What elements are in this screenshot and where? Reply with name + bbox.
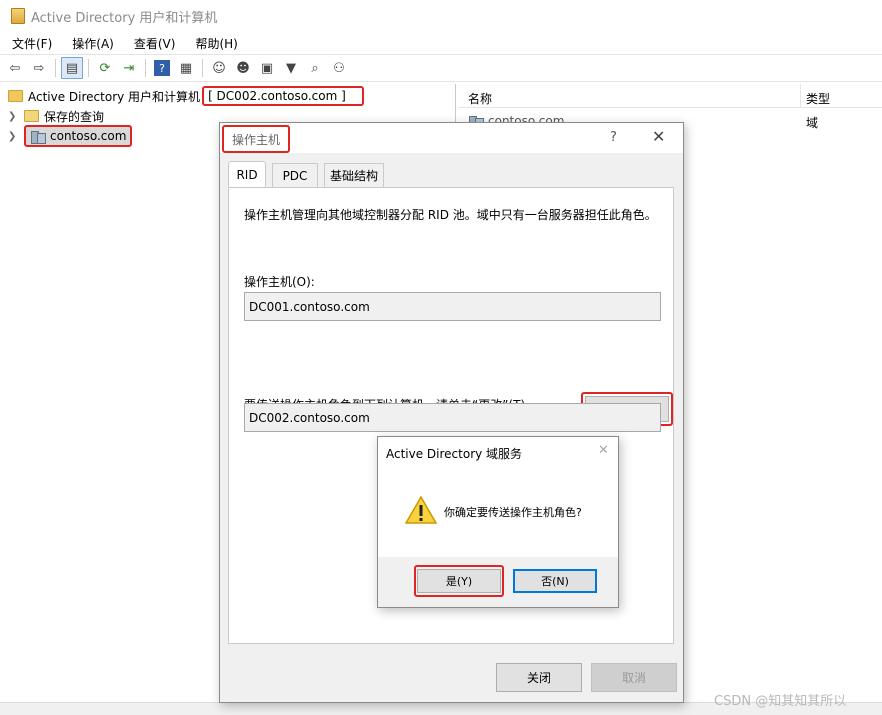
close-button[interactable]: 关闭: [496, 663, 582, 692]
close-icon[interactable]: ✕: [652, 127, 665, 146]
menu-help[interactable]: 帮助(H): [183, 35, 245, 52]
tree-root[interactable]: Active Directory 用户和计算机 [ DC002.contoso.…: [8, 86, 364, 106]
toolbar-separator: [145, 59, 146, 77]
watermark: CSDN @知其知其所以: [714, 694, 847, 709]
menu-bar: 文件(F) 操作(A) 查看(V) 帮助(H): [0, 32, 882, 54]
column-header-type[interactable]: 类型: [806, 90, 830, 107]
tree-root-server: [ DC002.contoso.com ]: [202, 86, 364, 106]
ad-users-computers-app-icon: [11, 8, 25, 24]
properties-pane-icon[interactable]: ▦: [175, 57, 197, 79]
dialog-titlebar: 操作主机 ? ✕: [220, 123, 683, 153]
column-header-name[interactable]: 名称: [468, 90, 492, 107]
confirm-titlebar: Active Directory 域服务 ✕: [378, 437, 618, 467]
cancel-button[interactable]: 取消: [591, 663, 677, 692]
toolbar-separator: [88, 59, 89, 77]
target-computer-field[interactable]: DC002.contoso.com: [244, 403, 661, 432]
yes-button-highlight: 是(Y): [414, 565, 504, 597]
no-button-wrap: 否(N): [510, 565, 600, 597]
find-icon[interactable]: ⌕: [304, 57, 326, 79]
yes-button[interactable]: 是(Y): [417, 569, 501, 593]
operations-master-label: 操作主机(O):: [244, 275, 315, 289]
tree-item-contoso[interactable]: ❯ contoso.com: [8, 125, 133, 147]
help-icon[interactable]: ?: [610, 130, 617, 145]
confirm-dialog: Active Directory 域服务 ✕ 你确定要传送操作主机角色? 是(Y…: [377, 436, 619, 608]
tree-item-label: 保存的查询: [44, 109, 105, 124]
back-arrow-icon[interactable]: ⇦: [4, 57, 26, 79]
menu-action[interactable]: 操作(A): [60, 35, 122, 52]
console-tree-icon[interactable]: ▤: [61, 57, 83, 79]
tree-item-saved-queries[interactable]: ❯ 保存的查询: [8, 106, 104, 126]
tree-root-label: Active Directory 用户和计算机: [28, 89, 201, 104]
no-button[interactable]: 否(N): [513, 569, 597, 593]
confirm-title: Active Directory 域服务: [386, 447, 523, 461]
tab-pdc[interactable]: PDC: [272, 163, 318, 187]
folder-icon: [24, 110, 39, 122]
rid-description: 操作主机管理向其他域控制器分配 RID 池。域中只有一台服务器担任此角色。: [244, 208, 657, 222]
ad-root-icon: [8, 90, 23, 102]
forward-arrow-icon[interactable]: ⇨: [28, 57, 50, 79]
warning-icon: [404, 495, 438, 524]
toolbar-separator: [202, 59, 203, 77]
tab-rid[interactable]: RID: [228, 161, 266, 188]
tree-item-label: contoso.com: [50, 129, 127, 143]
close-icon[interactable]: ✕: [598, 443, 609, 458]
window-titlebar: Active Directory 用户和计算机: [0, 0, 882, 32]
menu-file[interactable]: 文件(F): [0, 35, 60, 52]
list-header: 名称 类型: [458, 84, 882, 108]
dialog-title: 操作主机: [222, 125, 291, 153]
user-icon[interactable]: ☺: [208, 57, 230, 79]
operations-masters-dialog: 操作主机 ? ✕ RID PDC 基础结构 操作主机管理向其他域控制器分配 RI…: [219, 122, 684, 703]
toolbar-separator: [55, 59, 56, 77]
group-icon[interactable]: ☻: [232, 57, 254, 79]
menu-view[interactable]: 查看(V): [122, 35, 184, 52]
toolbar: ⇦ ⇨ ▤ ⟳ ⇥ ? ▦ ☺ ☻ ▣ ▼ ⌕ ⚇: [0, 54, 882, 82]
tree-item-selected[interactable]: contoso.com: [24, 125, 133, 147]
domain-icon: [30, 129, 46, 144]
tab-infrastructure[interactable]: 基础结构: [324, 163, 384, 187]
expand-chevron-icon[interactable]: ❯: [8, 131, 20, 142]
add-to-group-icon[interactable]: ⚇: [328, 57, 350, 79]
confirm-message: 你确定要传送操作主机角色?: [444, 506, 582, 519]
confirm-body: 你确定要传送操作主机角色?: [378, 467, 618, 557]
expand-chevron-icon[interactable]: ❯: [8, 111, 20, 122]
operations-master-field[interactable]: DC001.contoso.com: [244, 292, 661, 321]
ou-icon[interactable]: ▣: [256, 57, 278, 79]
window-title: Active Directory 用户和计算机: [31, 10, 218, 26]
list-item-type: 域: [806, 116, 819, 130]
export-list-icon[interactable]: ⇥: [118, 57, 140, 79]
filter-icon[interactable]: ▼: [280, 57, 302, 79]
help-icon[interactable]: ?: [154, 60, 170, 76]
column-divider[interactable]: [800, 84, 801, 108]
refresh-icon[interactable]: ⟳: [94, 57, 116, 79]
